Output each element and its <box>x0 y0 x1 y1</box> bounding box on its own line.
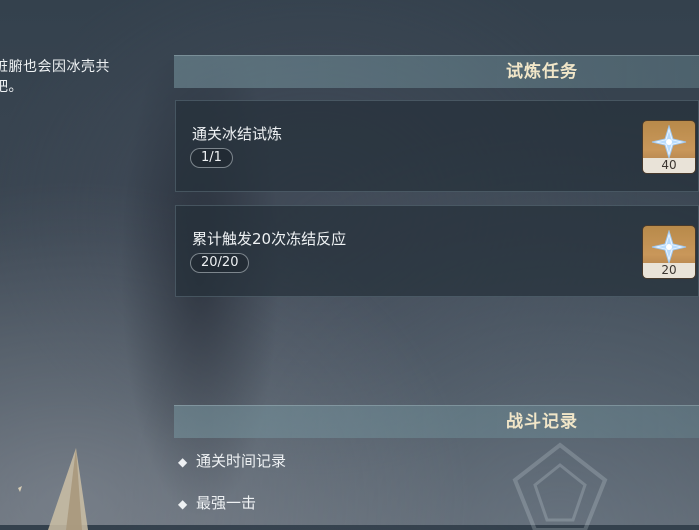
left-description: 脏腑也会因冰壳共 吧。 <box>0 57 144 97</box>
trial-tasks-title: 试炼任务 <box>506 62 578 82</box>
reward-quantity: 40 <box>643 158 695 173</box>
description-line: 脏腑也会因冰壳共 <box>0 59 110 75</box>
primogem-icon <box>651 125 687 159</box>
task-title: 累计触发20次冻结反应 <box>192 230 347 248</box>
record-row-label: 最强一击 <box>196 494 257 512</box>
background-spike-decoration <box>18 448 88 530</box>
description-line: 吧。 <box>0 79 23 95</box>
record-row-label: 通关时间记录 <box>196 452 287 470</box>
reward-quantity: 20 <box>643 263 695 278</box>
background-emblem-decoration <box>512 442 608 530</box>
combat-record-title: 战斗记录 <box>506 412 578 432</box>
record-row-strongest-hit: ◆ 最强一击 <box>178 492 256 513</box>
task-card: 累计触发20次冻结反应 20/20 20 <box>175 205 699 297</box>
reward-item[interactable]: 40 <box>643 121 695 173</box>
task-progress-badge: 1/1 <box>190 148 233 168</box>
trial-tasks-header: 试炼任务 <box>174 55 699 88</box>
task-title: 通关冰结试炼 <box>192 125 283 143</box>
diamond-bullet-icon: ◆ <box>178 497 188 511</box>
task-card: 通关冰结试炼 1/1 40 <box>175 100 699 192</box>
combat-record-header: 战斗记录 <box>174 405 699 438</box>
reward-item[interactable]: 20 <box>643 226 695 278</box>
primogem-icon <box>651 230 687 264</box>
record-row-clear-time: ◆ 通关时间记录 <box>178 450 286 471</box>
task-progress-badge: 20/20 <box>190 253 250 273</box>
diamond-bullet-icon: ◆ <box>178 455 188 469</box>
